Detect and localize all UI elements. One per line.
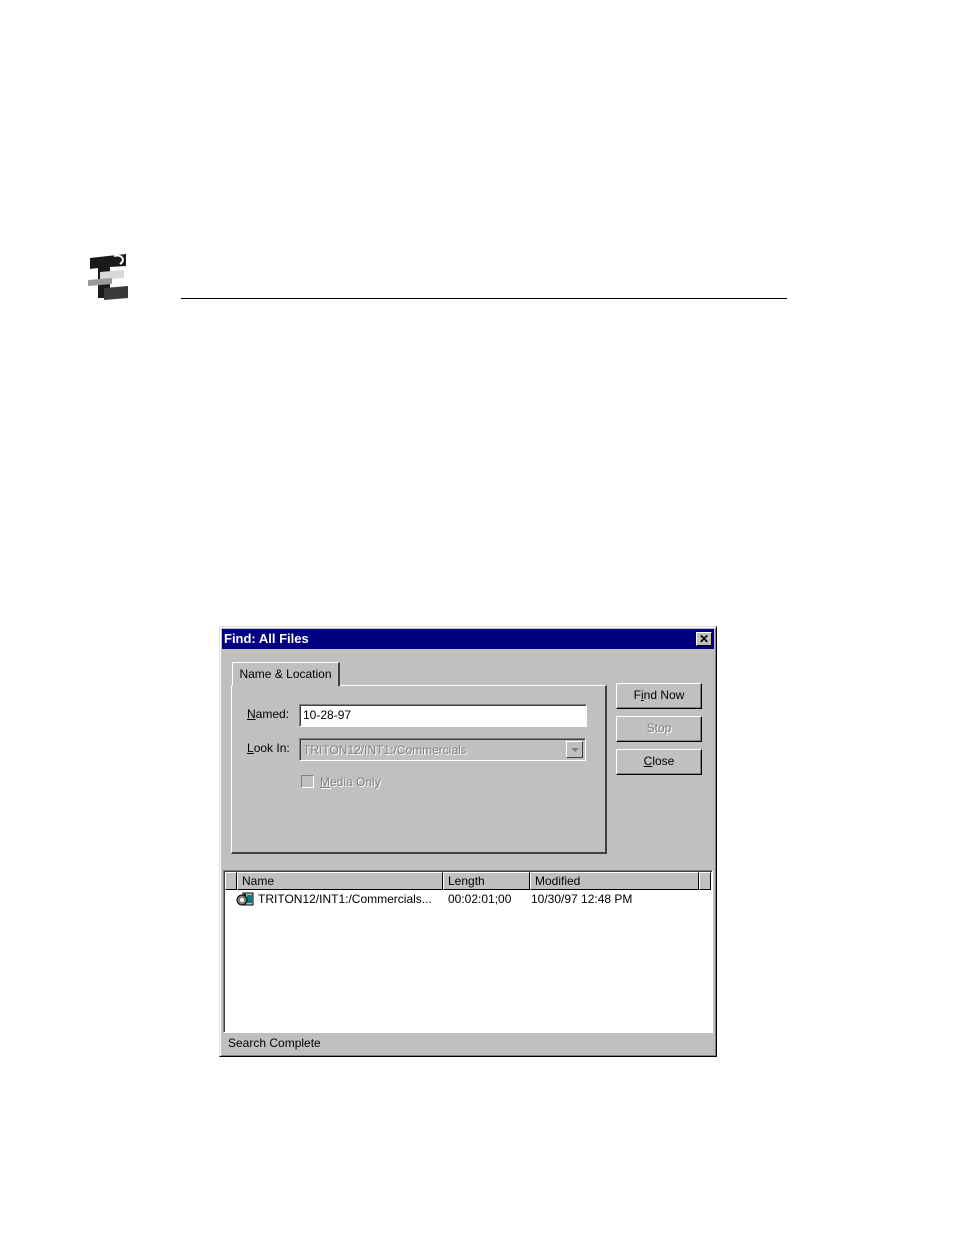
tab-name-location[interactable]: Name & Location — [232, 662, 340, 686]
chevron-down-icon[interactable] — [566, 741, 583, 758]
find-now-button[interactable]: Find Now — [616, 683, 702, 709]
column-header-end — [699, 872, 711, 890]
status-bar: Search Complete — [228, 1036, 321, 1050]
clip-file-icon — [236, 892, 254, 906]
dialog-titlebar[interactable]: Find: All Files ✕ — [222, 629, 714, 649]
named-input[interactable]: 10-28-97 — [299, 704, 587, 727]
row-modified: 10/30/97 12:48 PM — [531, 892, 633, 906]
column-header-length[interactable]: Length — [443, 872, 530, 890]
media-only-checkbox[interactable] — [301, 775, 314, 788]
close-icon[interactable]: ✕ — [696, 632, 712, 646]
company-logo-icon — [86, 250, 130, 302]
close-button[interactable]: Close — [616, 749, 702, 775]
row-length: 00:02:01;00 — [448, 892, 512, 906]
column-header-modified[interactable]: Modified — [530, 872, 699, 890]
dialog-title: Find: All Files — [224, 631, 309, 646]
find-dialog: Find: All Files ✕ Name & Location Named:… — [219, 626, 717, 1057]
header-rule — [181, 298, 787, 299]
column-header-name[interactable]: Name — [237, 872, 443, 890]
results-list[interactable]: Name Length Modified TRITON12/INT1:/Comm… — [223, 870, 713, 1033]
lookin-label: Look In: — [247, 741, 290, 755]
lookin-combobox[interactable]: TRITON12/INT1:/Commercials — [299, 738, 586, 761]
named-label: Named: — [247, 707, 290, 721]
row-name: TRITON12/INT1:/Commercials... — [258, 892, 432, 906]
column-header-spacer — [225, 872, 237, 890]
stop-button[interactable]: Stop — [616, 716, 702, 742]
lookin-value: TRITON12/INT1:/Commercials — [303, 743, 467, 757]
media-only-label: Media Only — [320, 775, 381, 789]
named-input-value: 10-28-97 — [303, 708, 352, 722]
